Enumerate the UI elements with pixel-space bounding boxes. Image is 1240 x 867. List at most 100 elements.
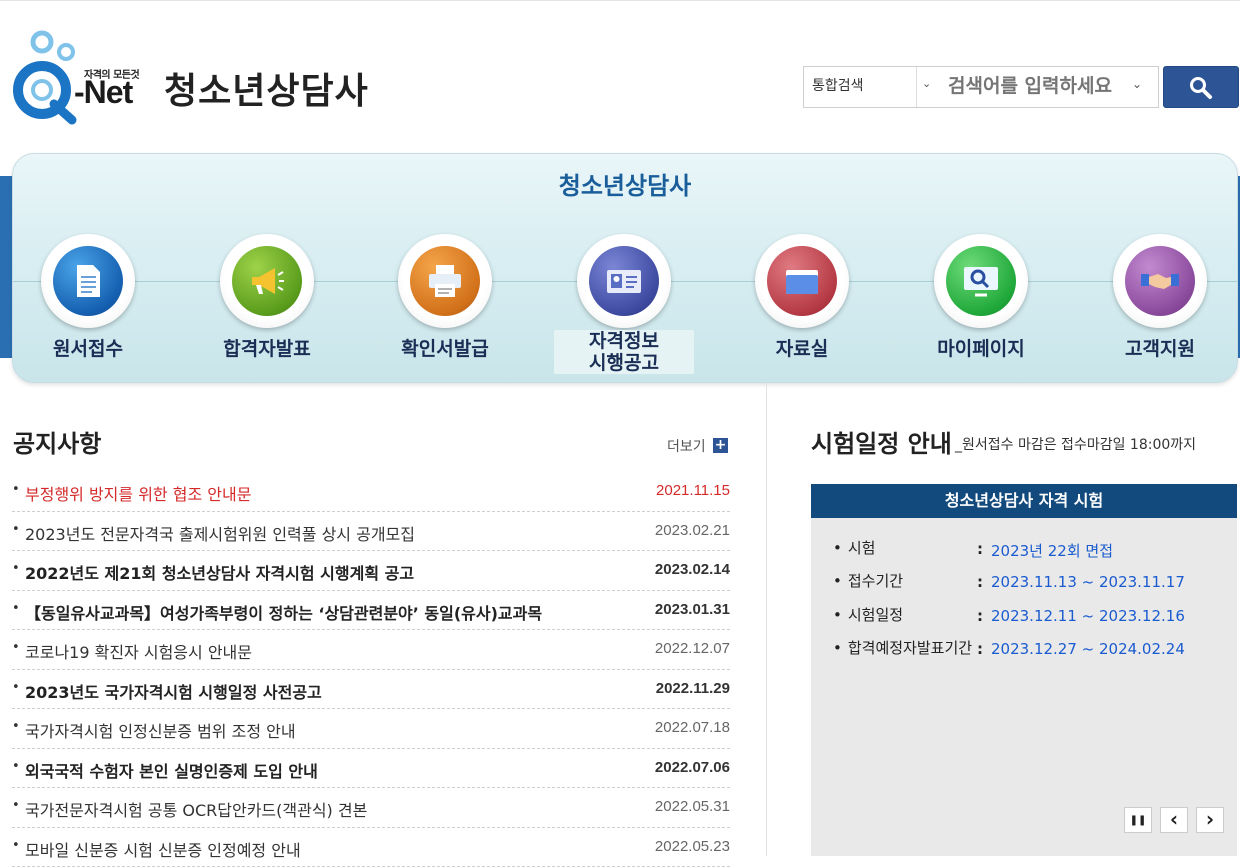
bullet-icon: • bbox=[12, 522, 20, 537]
decor-bar-left bbox=[0, 176, 12, 358]
menu-icon-ring bbox=[934, 234, 1028, 328]
schedule-title: 시험일정 안내 bbox=[811, 424, 952, 459]
notice-row-title[interactable]: 모바일 신분증 시험 신분증 인정예정 안내 bbox=[25, 837, 301, 861]
menu-icon-ball bbox=[589, 246, 659, 316]
schedule-row-key: 시험 bbox=[833, 540, 975, 557]
menu-icon-ring bbox=[1113, 234, 1207, 328]
notice-row-title[interactable]: 부정행위 방지를 위한 협조 안내문 bbox=[25, 481, 251, 505]
notice-row-date: 2023.02.14 bbox=[655, 561, 730, 578]
notice-row-title[interactable]: 2023년도 전문자격국 출제시험위원 인력풀 상시 공개모집 bbox=[25, 521, 415, 545]
monitor-search-icon bbox=[961, 261, 1001, 301]
menu-item-results[interactable]: 합격자발표 bbox=[197, 234, 337, 379]
menu-title: 청소년상담사 bbox=[13, 166, 1237, 201]
bullet-icon: • bbox=[12, 759, 20, 774]
notice-row-date: 2023.02.21 bbox=[655, 522, 730, 539]
search-button[interactable] bbox=[1163, 66, 1239, 108]
schedule-row-colon: : bbox=[977, 573, 983, 591]
menu-item-label: 자격정보 시행공고 bbox=[554, 330, 694, 374]
notice-row[interactable]: • 외국국적 수험자 본인 실명인증제 도입 안내 2022.07.06 bbox=[12, 749, 730, 789]
notice-row[interactable]: • 2023년도 국가자격시험 시행일정 사전공고 2022.11.29 bbox=[12, 670, 730, 710]
menu-icon-ring bbox=[577, 234, 671, 328]
bullet-icon: • bbox=[12, 601, 20, 616]
notice-row-date: 2022.11.29 bbox=[656, 680, 730, 697]
menu-item-label: 마이페이지 bbox=[911, 338, 1051, 360]
schedule-row-value: 2023년 22회 면접 bbox=[991, 540, 1113, 561]
notice-more-link[interactable]: 더보기 bbox=[667, 436, 706, 456]
notice-row-title[interactable]: 【동일유사교과목】여성가족부령이 정하는 ‘상담관련분야’ 동일(유사)교과목 bbox=[25, 600, 542, 624]
schedule-row-key: 합격예정자발표기간 bbox=[833, 640, 975, 657]
menu-icon-ball bbox=[1125, 246, 1195, 316]
bullet-icon: • bbox=[12, 482, 20, 497]
schedule-subtitle: _원서접수 마감은 접수마감일 18:00까지 bbox=[955, 434, 1196, 454]
menu-item-mypage[interactable]: 마이페이지 bbox=[911, 234, 1051, 379]
menu-icon-ball bbox=[767, 246, 837, 316]
menu-icon-ball bbox=[53, 246, 123, 316]
menu-item-support[interactable]: 고객지원 bbox=[1090, 234, 1230, 379]
notice-row[interactable]: • 국가자격시험 인정신분증 범위 조정 안내 2022.07.18 bbox=[12, 709, 730, 749]
menu-item-label: 확인서발급 bbox=[375, 338, 515, 360]
menu-item-label: 고객지원 bbox=[1090, 338, 1230, 360]
schedule-box-title: 청소년상담사 자격 시험 bbox=[811, 484, 1237, 518]
notice-row-date: 2022.05.31 bbox=[655, 798, 730, 815]
chevron-left-icon: ‹ bbox=[1170, 807, 1178, 831]
notice-row[interactable]: • 부정행위 방지를 위한 협조 안내문 2021.11.15 bbox=[12, 472, 730, 512]
notice-row-title[interactable]: 국가자격시험 인정신분증 범위 조정 안내 bbox=[25, 718, 296, 742]
pause-icon: ❚❚ bbox=[1130, 815, 1147, 826]
notice-row[interactable]: • 코로나19 확진자 시험응시 안내문 2022.12.07 bbox=[12, 630, 730, 670]
menu-item-resources[interactable]: 자료실 bbox=[732, 234, 872, 379]
notice-row-date: 2023.01.31 bbox=[655, 601, 730, 618]
notice-row-title[interactable]: 2023년도 국가자격시험 시행일정 사전공고 bbox=[25, 679, 322, 703]
schedule-row-colon: : bbox=[977, 640, 983, 658]
notice-row-title[interactable]: 코로나19 확진자 시험응시 안내문 bbox=[25, 639, 252, 663]
folder-icon bbox=[782, 261, 822, 301]
notice-row-title[interactable]: 2022년도 제21회 청소년상담사 자격시험 시행계획 공고 bbox=[25, 560, 414, 584]
menu-item-label-line2: 시행공고 bbox=[589, 352, 659, 374]
bullet-icon: • bbox=[12, 798, 20, 813]
bullet-icon: • bbox=[12, 680, 20, 695]
main-menu-panel: 청소년상담사 원서접수 합격자발표 bbox=[12, 153, 1238, 383]
schedule-row-value: 2023.11.13 ~ 2023.11.17 bbox=[991, 573, 1185, 591]
top-border bbox=[0, 0, 1240, 1]
search-category-value: 통합검색 bbox=[812, 75, 864, 95]
menu-icon-ring bbox=[755, 234, 849, 328]
notice-row-date: 2022.05.23 bbox=[655, 838, 730, 855]
prev-button[interactable]: ‹ bbox=[1160, 807, 1188, 833]
handshake-icon bbox=[1140, 261, 1180, 301]
menu-icon-ball bbox=[410, 246, 480, 316]
menu-item-label: 합격자발표 bbox=[197, 338, 337, 360]
schedule-box: 청소년상담사 자격 시험 시험 : 2023년 22회 면접 접수기간 : 20… bbox=[811, 484, 1237, 856]
schedule-row-key: 시험일정 bbox=[833, 607, 975, 624]
menu-item-certificate[interactable]: 확인서발급 bbox=[375, 234, 515, 379]
pause-button[interactable]: ❚❚ bbox=[1124, 807, 1152, 833]
notice-row-title[interactable]: 외국국적 수험자 본인 실명인증제 도입 안내 bbox=[25, 758, 318, 782]
notice-row-date: 2022.07.06 bbox=[655, 759, 730, 776]
printer-icon bbox=[425, 261, 465, 301]
site-title: 청소년상담사 bbox=[164, 62, 369, 114]
bullet-icon: • bbox=[12, 640, 20, 655]
qnet-logo[interactable]: 자격의 모든것 -Net bbox=[10, 30, 150, 125]
plus-icon[interactable]: + bbox=[713, 438, 728, 453]
notice-row[interactable]: • 모바일 신분증 시험 신분증 인정예정 안내 2022.05.23 bbox=[12, 828, 730, 867]
document-icon bbox=[68, 261, 108, 301]
schedule-row-value: 2023.12.11 ~ 2023.12.16 bbox=[991, 607, 1185, 625]
notice-row[interactable]: • 【동일유사교과목】여성가족부령이 정하는 ‘상담관련분야’ 동일(유사)교과… bbox=[12, 591, 730, 631]
section-divider bbox=[766, 383, 767, 856]
bullet-icon: • bbox=[12, 561, 20, 576]
search-bar: 통합검색 ⌄ bbox=[803, 66, 1159, 108]
notice-row-title[interactable]: 국가전문자격시험 공통 OCR답안카드(객관식) 견본 bbox=[25, 797, 367, 821]
menu-item-label-line1: 자격정보 bbox=[589, 330, 659, 352]
notice-row[interactable]: • 2023년도 전문자격국 출제시험위원 인력풀 상시 공개모집 2023.0… bbox=[12, 512, 730, 552]
schedule-row-key: 접수기간 bbox=[833, 573, 975, 590]
menu-item-qualification-info[interactable]: 자격정보 시행공고 bbox=[554, 234, 694, 379]
next-button[interactable]: › bbox=[1196, 807, 1224, 833]
menu-item-application[interactable]: 원서접수 bbox=[18, 234, 158, 379]
notice-row[interactable]: • 국가전문자격시험 공통 OCR답안카드(객관식) 견본 2022.05.31 bbox=[12, 788, 730, 828]
notice-row[interactable]: • 2022년도 제21회 청소년상담사 자격시험 시행계획 공고 2023.0… bbox=[12, 551, 730, 591]
chevron-down-icon: ⌄ bbox=[1132, 77, 1142, 91]
schedule-row-colon: : bbox=[977, 607, 983, 625]
menu-icon-ball bbox=[232, 246, 302, 316]
search-category-select[interactable]: 통합검색 ⌄ bbox=[804, 67, 917, 107]
search-input[interactable] bbox=[918, 67, 1156, 105]
schedule-row-value: 2023.12.27 ~ 2024.02.24 bbox=[991, 640, 1185, 658]
menu-icon-ball bbox=[946, 246, 1016, 316]
